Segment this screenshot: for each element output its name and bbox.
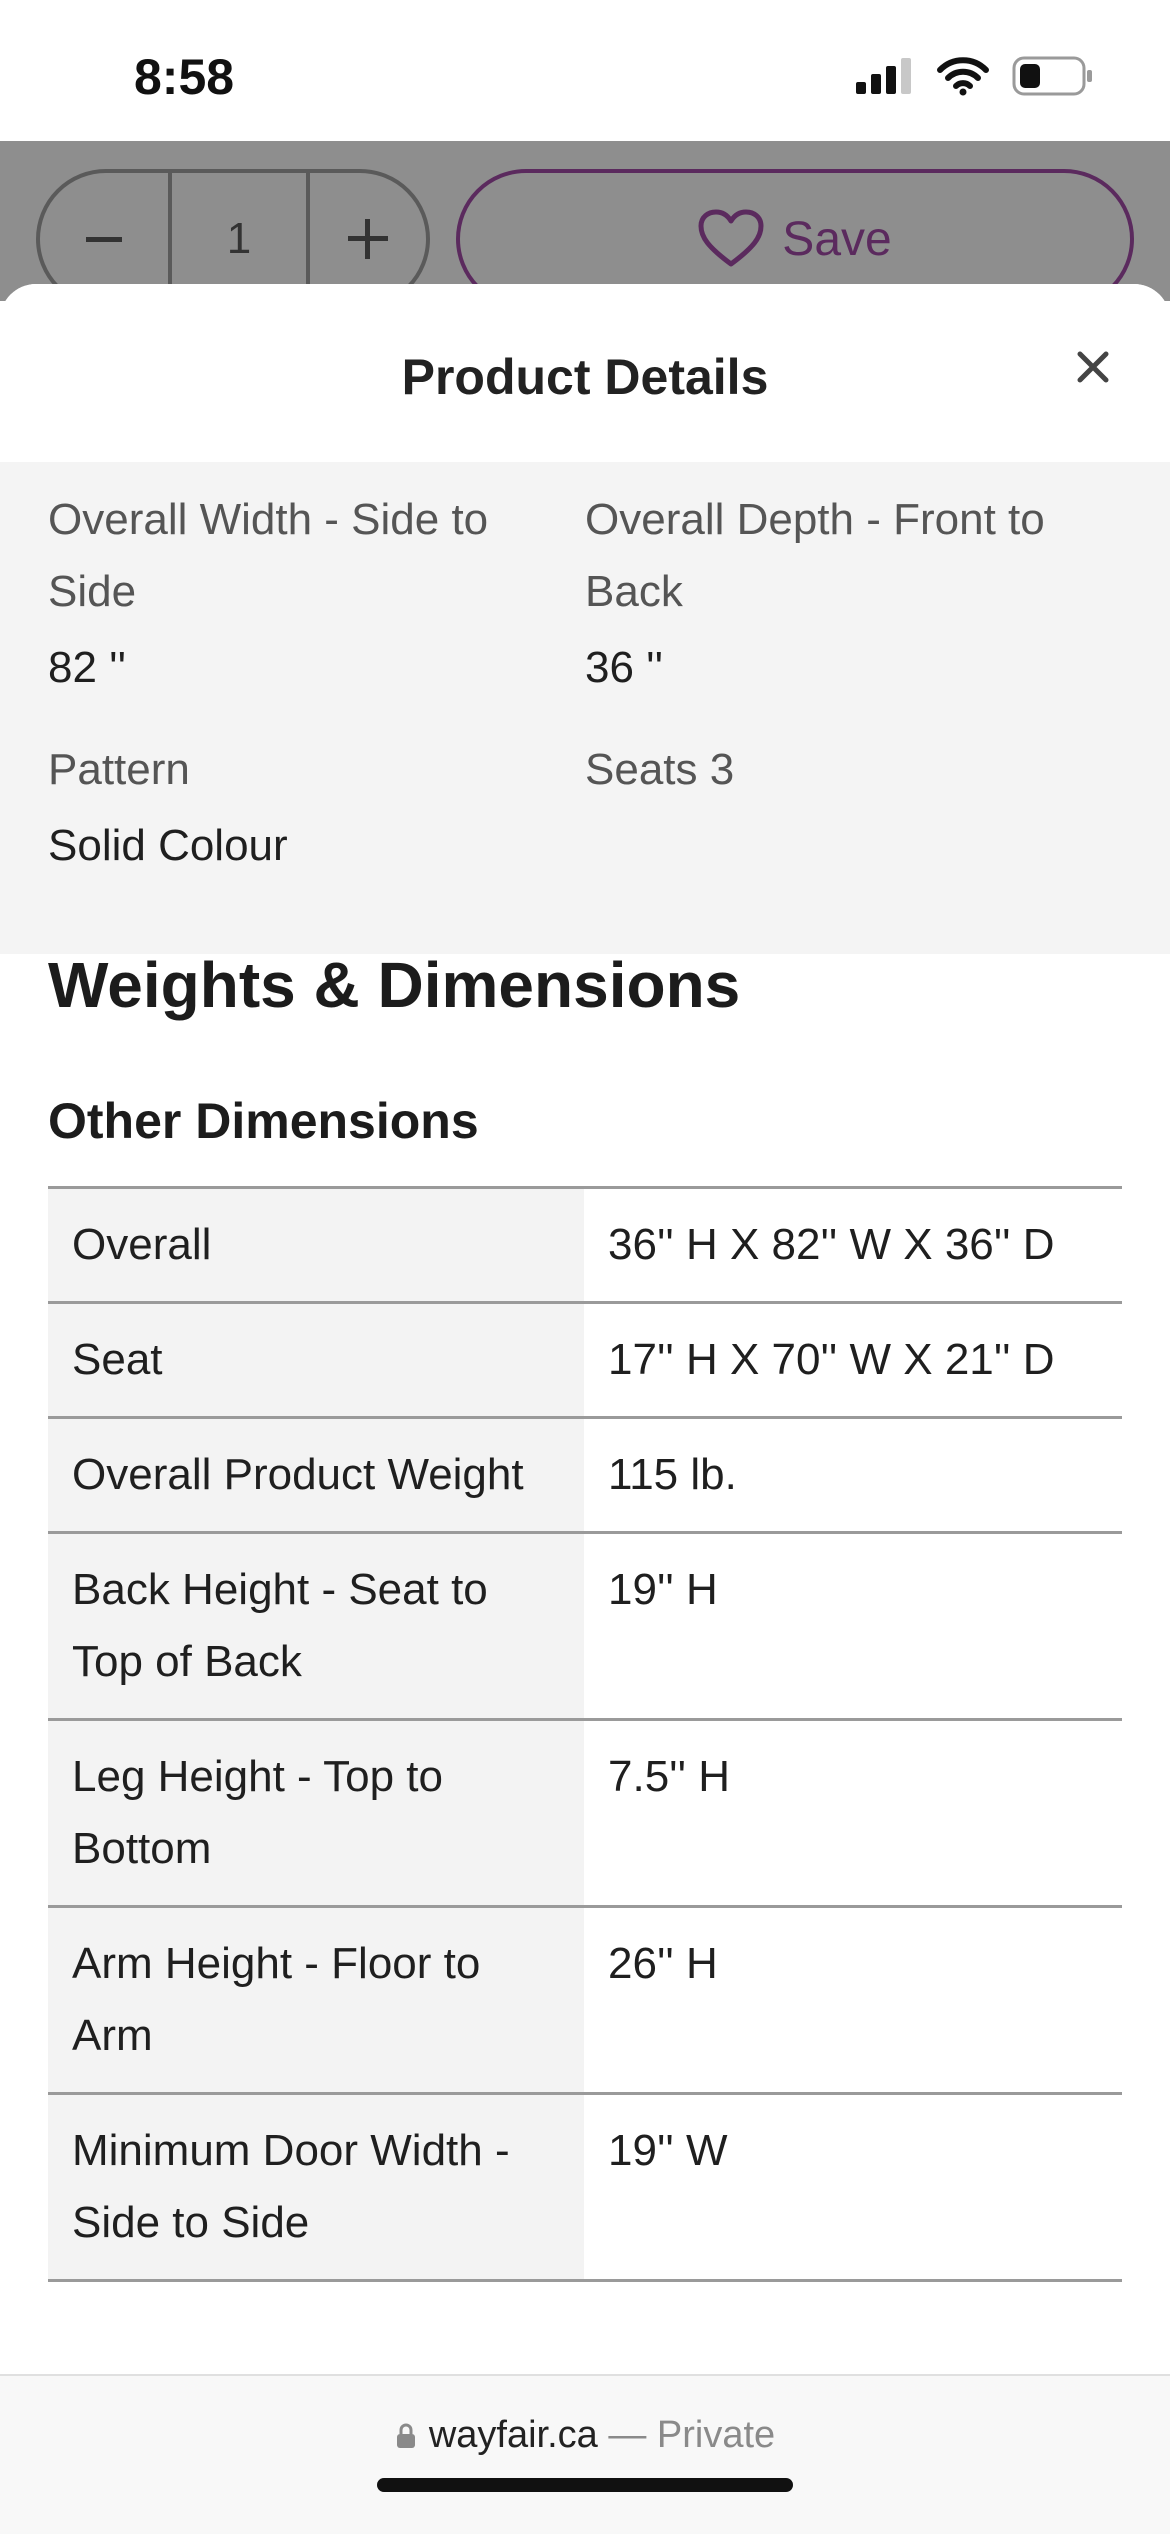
dimension-name: Overall — [48, 1189, 584, 1301]
subsection-title: Other Dimensions — [48, 1093, 479, 1149]
dimension-value: 17'' H X 70'' W X 21'' D — [608, 1335, 1055, 1384]
status-icons — [854, 56, 1094, 96]
spec-label: Seats 3 — [585, 745, 735, 794]
heart-icon — [698, 209, 764, 267]
dimension-value: 36'' H X 82'' W X 36'' D — [608, 1220, 1055, 1269]
dimension-value: 19'' H — [608, 1565, 718, 1614]
battery-icon — [1012, 56, 1092, 96]
spec-label: Overall Width - Side to Side — [48, 495, 489, 616]
url-domain: wayfair.ca — [428, 2414, 598, 2456]
dimmed-page-backdrop[interactable]: 1 Save — [0, 141, 1170, 309]
status-time: 8:58 — [134, 49, 235, 105]
spec-value: Solid Colour — [48, 821, 288, 870]
dimension-value: 19'' W — [608, 2126, 728, 2175]
private-label: — Private — [608, 2414, 776, 2456]
specs-grid: Overall Width - Side to Side 82 '' Overa… — [0, 462, 1170, 954]
dimension-name: Back Height - Seat to Top of Back — [48, 1534, 584, 1718]
dimension-value: 115 lb. — [608, 1450, 737, 1499]
sheet-header: Product Details — [0, 284, 1170, 462]
dimension-name: Arm Height - Floor to Arm — [48, 1908, 584, 2092]
spec-label: Pattern — [48, 745, 190, 794]
signal-icon — [856, 58, 911, 94]
minus-icon — [86, 237, 122, 242]
dimension-name: Overall Product Weight — [48, 1419, 584, 1531]
spec-value: 36 '' — [585, 643, 663, 692]
table-row: Arm Height - Floor to Arm 26'' H — [48, 1908, 1122, 2095]
table-row: Overall Product Weight 115 lb. — [48, 1419, 1122, 1534]
sheet-title: Product Details — [401, 349, 769, 405]
spec-label: Overall Depth - Front to Back — [585, 495, 1045, 616]
close-button[interactable] — [1068, 342, 1118, 392]
browser-url-bar[interactable]: wayfair.ca — Private — [0, 2374, 1170, 2534]
spec-value: 82 '' — [48, 643, 126, 692]
lock-icon — [396, 2423, 415, 2448]
save-label: Save — [782, 212, 892, 266]
dimension-name: Minimum Door Width - Side to Side — [48, 2095, 584, 2279]
url-display[interactable]: wayfair.ca — Private — [0, 2414, 1170, 2457]
dimension-name: Leg Height - Top to Bottom — [48, 1721, 584, 1905]
status-bar: 8:58 — [0, 0, 1170, 141]
home-indicator[interactable] — [377, 2478, 793, 2492]
dimension-value: 26'' H — [608, 1939, 718, 1988]
section-title: Weights & Dimensions — [48, 949, 741, 1021]
spec-item: Overall Depth - Front to Back 36 '' — [585, 484, 1125, 704]
table-row: Seat 17'' H X 70'' W X 21'' D — [48, 1304, 1122, 1419]
table-row: Overall 36'' H X 82'' W X 36'' D — [48, 1189, 1122, 1304]
dimension-value: 7.5'' H — [608, 1752, 730, 1801]
table-row: Minimum Door Width - Side to Side 19'' W — [48, 2095, 1122, 2282]
table-row: Back Height - Seat to Top of Back 19'' H — [48, 1534, 1122, 1721]
spec-item: Seats 3 — [585, 734, 1125, 806]
wifi-icon — [937, 57, 989, 96]
plus-icon — [348, 219, 388, 259]
dimensions-table: Overall 36'' H X 82'' W X 36'' D Seat 17… — [48, 1186, 1122, 2282]
spec-item: Pattern Solid Colour — [48, 734, 518, 882]
table-row: Leg Height - Top to Bottom 7.5'' H — [48, 1721, 1122, 1908]
close-icon — [1077, 351, 1109, 383]
spec-item: Overall Width - Side to Side 82 '' — [48, 484, 518, 704]
dimension-name: Seat — [48, 1304, 584, 1416]
